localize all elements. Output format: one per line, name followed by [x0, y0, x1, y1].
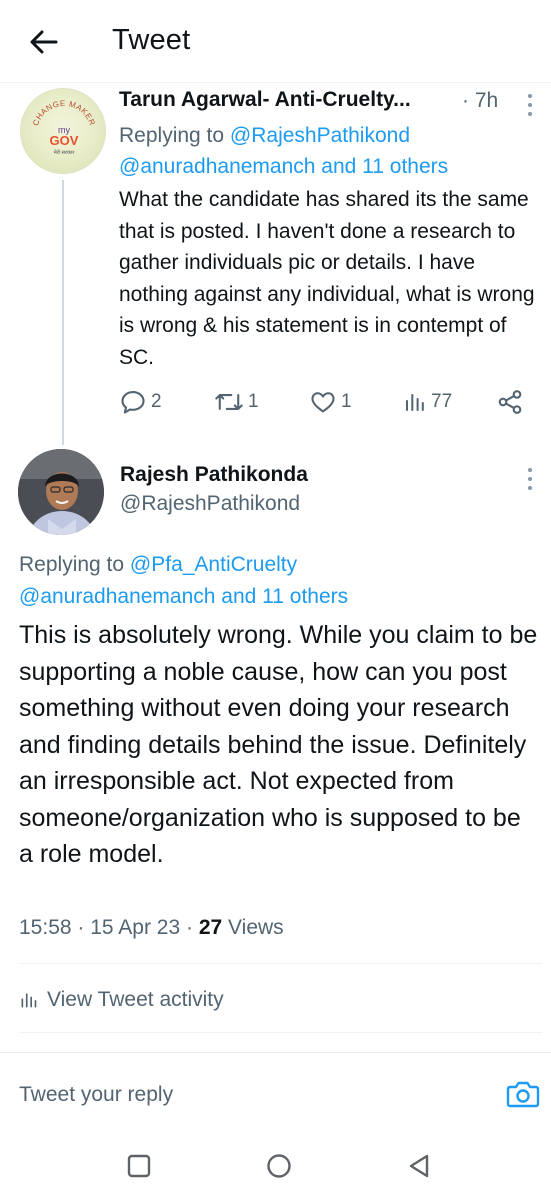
parent-tweet-time: · 7h — [462, 89, 498, 113]
svg-text:GOV: GOV — [50, 133, 79, 148]
recents-button[interactable] — [124, 1151, 154, 1181]
main-author-handle[interactable]: @RajeshPathikond — [120, 492, 300, 516]
back-button[interactable] — [26, 24, 62, 60]
main-replying-to: Replying to @Pfa_AntiCruelty @anuradhane… — [19, 549, 539, 612]
more-vertical-icon — [528, 468, 532, 490]
time-separator: · — [462, 89, 469, 112]
circle-home-icon — [267, 1154, 291, 1178]
arrow-left-icon — [30, 30, 58, 54]
views-label: Views — [228, 916, 284, 939]
views-count: 77 — [431, 391, 453, 412]
system-back-button[interactable] — [404, 1151, 434, 1181]
tweet-time[interactable]: 15:58 — [19, 916, 72, 939]
replying-others-link[interactable]: @anuradhanemanch and 11 others — [119, 155, 448, 178]
retweet-action[interactable]: 1 — [214, 385, 259, 419]
more-vertical-icon — [528, 94, 532, 116]
meta-separator: · — [186, 916, 193, 939]
parent-replying-to: Replying to @RajeshPathikond @anuradhane… — [119, 120, 539, 182]
reply-icon — [121, 391, 145, 414]
square-recents-icon — [127, 1154, 151, 1178]
tweet-timestamp-views: 15:58 · 15 Apr 23 · 27 Views — [19, 916, 284, 940]
like-action[interactable]: 1 — [309, 385, 352, 419]
svg-text:CHANGE MAKER: CHANGE MAKER — [31, 99, 97, 127]
parent-more-button[interactable] — [522, 90, 538, 120]
parent-author-name[interactable]: Tarun Agarwal- Anti-Cruelty... — [119, 88, 411, 112]
profile-photo — [18, 449, 104, 535]
main-author-name[interactable]: Rajesh Pathikonda — [120, 463, 308, 487]
retweet-icon — [215, 394, 243, 410]
reply-input[interactable] — [19, 1078, 459, 1112]
app-header: Tweet — [0, 0, 551, 83]
analytics-bars-icon — [406, 394, 424, 411]
activity-label: View Tweet activity — [47, 988, 224, 1011]
heart-icon — [311, 392, 335, 413]
replying-others-link[interactable]: @anuradhanemanch and 11 others — [19, 585, 348, 608]
time-value: 7h — [474, 89, 499, 112]
home-button[interactable] — [264, 1151, 294, 1181]
camera-button[interactable] — [505, 1078, 541, 1110]
replying-handle-link[interactable]: @RajeshPathikond — [230, 124, 410, 147]
views-count: 27 — [198, 916, 223, 939]
svg-text:मेरी सरकार: मेरी सरकार — [54, 149, 75, 156]
replying-handle-link[interactable]: @Pfa_AntiCruelty — [130, 553, 297, 576]
avatar-parent-author[interactable]: CHANGE MAKER my GOV मेरी सरकार — [20, 88, 106, 174]
tweet-date[interactable]: 15 Apr 23 — [90, 916, 180, 939]
like-count: 1 — [341, 391, 352, 412]
view-tweet-activity-link[interactable]: View Tweet activity — [19, 985, 224, 1015]
page-title: Tweet — [112, 24, 191, 56]
divider — [19, 963, 542, 964]
share-icon — [498, 390, 522, 414]
main-tweet-text: This is absolutely wrong. While you clai… — [19, 621, 538, 868]
divider — [19, 1032, 542, 1033]
replying-prefix: Replying to — [19, 553, 125, 576]
avatar-main-author[interactable] — [18, 449, 104, 535]
main-more-button[interactable] — [522, 464, 538, 494]
views-action[interactable]: 77 — [403, 385, 452, 419]
android-navigation-bar — [0, 1130, 551, 1200]
camera-icon — [506, 1081, 540, 1108]
mygov-logo: CHANGE MAKER my GOV मेरी सरकार — [31, 99, 97, 156]
triangle-back-icon — [409, 1154, 429, 1178]
replying-prefix: Replying to — [119, 124, 225, 147]
parent-action-bar: 2 1 1 77 — [0, 385, 551, 419]
meta-separator: · — [77, 916, 85, 939]
reply-action[interactable]: 2 — [119, 385, 162, 419]
analytics-bars-icon — [21, 993, 37, 1008]
share-action[interactable] — [496, 385, 524, 419]
divider — [0, 1052, 551, 1053]
parent-tweet-text: What the candidate has shared its the sa… — [119, 188, 535, 369]
reply-count: 2 — [151, 391, 162, 412]
retweet-count: 1 — [248, 391, 259, 412]
